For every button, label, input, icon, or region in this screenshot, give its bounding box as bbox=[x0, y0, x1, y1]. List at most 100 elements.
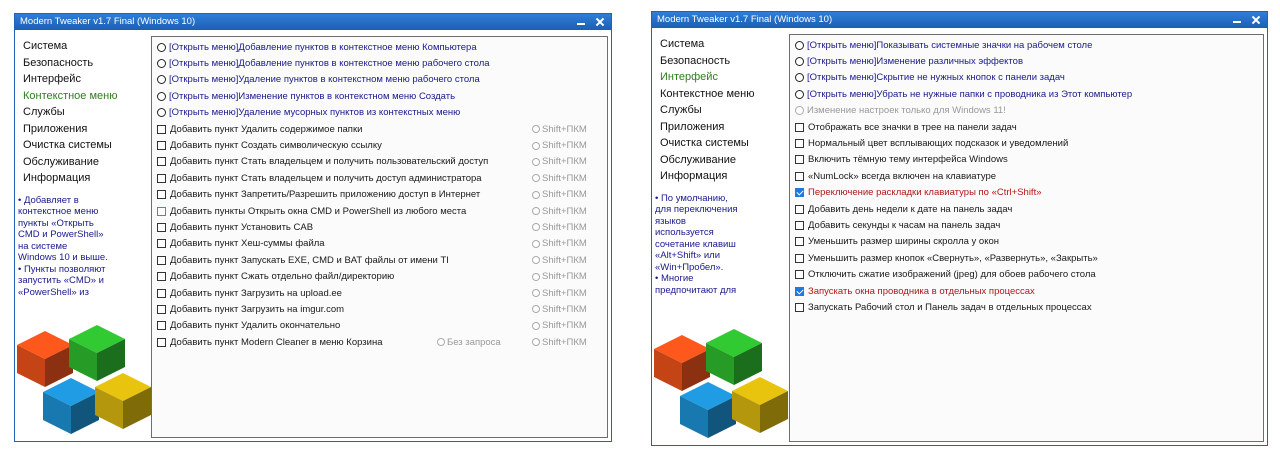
radio-icon[interactable] bbox=[532, 272, 540, 281]
open-menu-link[interactable]: [Открыть меню] bbox=[169, 107, 238, 118]
menu-option-row[interactable]: [Открыть меню] Добавление пунктов в конт… bbox=[152, 39, 607, 55]
nav-item[interactable]: Службы bbox=[660, 102, 788, 119]
checkbox[interactable] bbox=[157, 141, 166, 151]
open-menu-link[interactable]: [Открыть меню] bbox=[169, 42, 238, 53]
tweak-row[interactable]: Добавить пункт Запускать EXE, CMD и BAT … bbox=[152, 252, 607, 268]
radio-icon[interactable] bbox=[532, 289, 540, 298]
tweak-row[interactable]: Добавить пункт Хеш-суммы файла Shift+ПКМ bbox=[152, 236, 607, 252]
nav-item[interactable]: Обслуживание bbox=[23, 154, 151, 171]
close-icon[interactable] bbox=[595, 14, 605, 30]
radio-icon[interactable] bbox=[795, 89, 804, 99]
checkbox[interactable] bbox=[157, 255, 166, 265]
open-menu-link[interactable]: [Открыть меню] bbox=[169, 58, 238, 69]
tweak-row[interactable]: Добавить пункт Стать владельцем и получи… bbox=[152, 170, 607, 186]
minimize-icon[interactable] bbox=[576, 14, 586, 30]
shift-rmb-option[interactable]: Shift+ПКМ bbox=[532, 320, 587, 331]
radio-icon[interactable] bbox=[437, 338, 445, 347]
radio-icon[interactable] bbox=[795, 40, 804, 50]
checkbox[interactable] bbox=[157, 157, 166, 167]
tweak-row[interactable]: Отключить сжатие изображений (jpeg) для … bbox=[790, 266, 1263, 282]
open-menu-link[interactable]: [Открыть меню] bbox=[807, 89, 876, 100]
tweak-row[interactable]: Добавить пункт Сжать отдельно файл/дирек… bbox=[152, 268, 607, 284]
nav-item[interactable]: Интерфейс bbox=[660, 69, 788, 86]
radio-icon[interactable] bbox=[795, 57, 804, 67]
checkbox[interactable] bbox=[795, 188, 804, 198]
radio-icon[interactable] bbox=[157, 91, 166, 101]
close-icon[interactable] bbox=[1251, 12, 1261, 28]
menu-option-row[interactable]: [Открыть меню] Удаление пунктов в контек… bbox=[152, 72, 607, 88]
shift-rmb-option[interactable]: Shift+ПКМ bbox=[532, 173, 587, 184]
open-menu-link[interactable]: [Открыть меню] bbox=[169, 91, 238, 102]
checkbox[interactable] bbox=[795, 204, 804, 214]
checkbox[interactable] bbox=[795, 270, 804, 280]
tweak-row[interactable]: Переключение раскладки клавиатуры по «Ct… bbox=[790, 185, 1263, 201]
radio-icon[interactable] bbox=[532, 223, 540, 232]
open-menu-link[interactable]: [Открыть меню] bbox=[807, 56, 876, 67]
tweak-row[interactable]: Уменьшить размер кнопок «Свернуть», «Раз… bbox=[790, 250, 1263, 266]
tweak-row[interactable]: Добавить пункт Создать символическую ссы… bbox=[152, 137, 607, 153]
radio-icon[interactable] bbox=[532, 157, 540, 166]
nav-item[interactable]: Контекстное меню bbox=[660, 86, 788, 103]
radio-icon[interactable] bbox=[157, 108, 166, 118]
radio-icon[interactable] bbox=[795, 106, 804, 116]
nav-item[interactable]: Очистка системы bbox=[660, 135, 788, 152]
nav-item[interactable]: Безопасность bbox=[23, 55, 151, 72]
checkbox[interactable] bbox=[157, 272, 166, 282]
nav-item[interactable]: Безопасность bbox=[660, 53, 788, 70]
radio-icon[interactable] bbox=[532, 174, 540, 183]
menu-option-row[interactable]: [Открыть меню] Изменение различных эффек… bbox=[790, 53, 1263, 69]
checkbox[interactable] bbox=[795, 171, 804, 181]
checkbox[interactable] bbox=[795, 237, 804, 247]
nav-item[interactable]: Система bbox=[23, 38, 151, 55]
nav-item[interactable]: Очистка системы bbox=[23, 137, 151, 154]
checkbox[interactable] bbox=[157, 124, 166, 134]
checkbox[interactable] bbox=[795, 122, 804, 132]
checkbox[interactable] bbox=[157, 304, 166, 314]
nav-item[interactable]: Приложения bbox=[660, 119, 788, 136]
tweak-row[interactable]: Добавить пункт Удалить содержимое папки S… bbox=[152, 121, 607, 137]
menu-option-row[interactable]: [Открыть меню] Скрытие не нужных кнопок … bbox=[790, 70, 1263, 86]
menu-option-row[interactable]: [Открыть меню] Убрать не нужные папки с … bbox=[790, 86, 1263, 102]
checkbox[interactable] bbox=[157, 190, 166, 200]
menu-option-row[interactable]: Изменение настроек только для Windows 11… bbox=[790, 103, 1263, 119]
checkbox[interactable] bbox=[157, 173, 166, 183]
nav-item[interactable]: Информация bbox=[660, 168, 788, 185]
checkbox[interactable] bbox=[795, 139, 804, 149]
no-prompt-option[interactable]: Без запроса bbox=[437, 337, 501, 348]
menu-option-row[interactable]: [Открыть меню] Удаление мусорных пунктов… bbox=[152, 105, 607, 121]
menu-option-row[interactable]: [Открыть меню] Изменение пунктов в конте… bbox=[152, 88, 607, 104]
radio-icon[interactable] bbox=[532, 207, 540, 216]
tweak-row[interactable]: «NumLock» всегда включен на клавиатуре bbox=[790, 168, 1263, 184]
title-bar[interactable]: Modern Tweaker v1.7 Final (Windows 10) bbox=[15, 14, 611, 30]
radio-icon[interactable] bbox=[795, 73, 804, 83]
nav-item[interactable]: Службы bbox=[23, 104, 151, 121]
tweak-row[interactable]: Запускать Рабочий стол и Панель задач в … bbox=[790, 299, 1263, 315]
tweak-row[interactable]: Добавить пункт Стать владельцем и получи… bbox=[152, 154, 607, 170]
nav-item[interactable]: Интерфейс bbox=[23, 71, 151, 88]
shift-rmb-option[interactable]: Shift+ПКМ bbox=[532, 206, 587, 217]
checkbox[interactable] bbox=[795, 302, 804, 312]
tweak-row[interactable]: Добавить пункт Modern Cleaner в меню Кор… bbox=[152, 334, 607, 350]
tweak-row[interactable]: Добавить пункт Запретить/Разрешить прило… bbox=[152, 187, 607, 203]
shift-rmb-option[interactable]: Shift+ПКМ bbox=[532, 288, 587, 299]
menu-option-row[interactable]: [Открыть меню] Показывать системные знач… bbox=[790, 37, 1263, 53]
radio-icon[interactable] bbox=[532, 256, 540, 265]
tweak-row[interactable]: Добавить пункт Загрузить на imgur.com Shi… bbox=[152, 301, 607, 317]
tweak-row[interactable]: Добавить пункт Загрузить на upload.ee Shi… bbox=[152, 285, 607, 301]
tweak-row[interactable]: Запускать окна проводника в отдельных пр… bbox=[790, 283, 1263, 299]
title-bar[interactable]: Modern Tweaker v1.7 Final (Windows 10) bbox=[652, 12, 1267, 28]
checkbox[interactable] bbox=[795, 286, 804, 296]
nav-item[interactable]: Информация bbox=[23, 170, 151, 187]
tweak-row[interactable]: Добавить пункт Установить CAB Shift+ПКМ bbox=[152, 219, 607, 235]
checkbox[interactable] bbox=[795, 155, 804, 165]
radio-icon[interactable] bbox=[532, 125, 540, 134]
radio-icon[interactable] bbox=[157, 59, 166, 69]
shift-rmb-option[interactable]: Shift+ПКМ bbox=[532, 124, 587, 135]
nav-item[interactable]: Контекстное меню bbox=[23, 88, 151, 105]
open-menu-link[interactable]: [Открыть меню] bbox=[807, 40, 876, 51]
open-menu-link[interactable]: [Открыть меню] bbox=[807, 72, 876, 83]
checkbox[interactable] bbox=[157, 321, 166, 331]
radio-icon[interactable] bbox=[157, 75, 166, 85]
tweak-row[interactable]: Уменьшить размер ширины скролла у окон bbox=[790, 234, 1263, 250]
shift-rmb-option[interactable]: Shift+ПКМ bbox=[532, 222, 587, 233]
